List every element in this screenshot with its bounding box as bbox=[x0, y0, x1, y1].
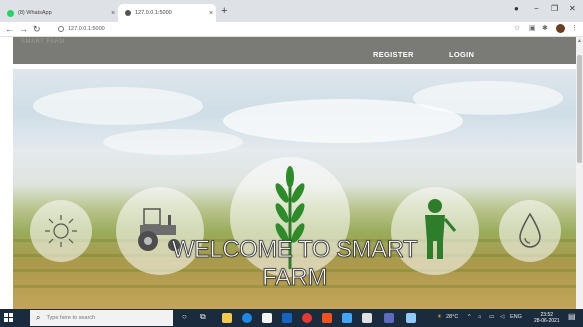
site-header: SMART FARM REGISTER LOGIN bbox=[13, 37, 576, 64]
globe-favicon-icon bbox=[125, 10, 131, 16]
forward-arrow-icon[interactable]: → bbox=[19, 23, 28, 35]
address-text: 127.0.0.1:5000 bbox=[68, 26, 105, 32]
tab-close-icon[interactable]: × bbox=[108, 10, 118, 17]
tab-close-icon[interactable]: × bbox=[206, 10, 216, 17]
puzzle-icon[interactable]: ✱ bbox=[542, 24, 548, 34]
cortana-icon[interactable]: ○ bbox=[182, 312, 187, 321]
tab-whatsapp[interactable]: (8) WhatsApp × bbox=[0, 4, 118, 22]
site-brand[interactable]: SMART FARM bbox=[21, 39, 65, 45]
tab-title: (8) WhatsApp bbox=[18, 10, 52, 16]
windows-taskbar: ⌕ ○ ⧉ ☀ 28°C ^ ⌂ ▭ ◁ ENG 23:52 28-06-202… bbox=[0, 309, 583, 327]
back-arrow-icon[interactable]: ← bbox=[5, 23, 14, 35]
extension-icon[interactable]: ▣ bbox=[529, 24, 536, 34]
chrome-icon[interactable] bbox=[302, 313, 312, 323]
edge-icon[interactable] bbox=[242, 313, 252, 323]
hero-title-line1: WELCOME TO SMART bbox=[171, 236, 418, 264]
taskbar-search-input[interactable] bbox=[46, 315, 167, 321]
tab-search-icon[interactable]: ● bbox=[514, 4, 519, 13]
notifications-icon[interactable]: ▤ bbox=[568, 312, 576, 321]
reload-icon[interactable]: ↻ bbox=[33, 23, 41, 35]
maximize-button[interactable]: ❐ bbox=[551, 4, 558, 13]
search-icon: ⌕ bbox=[36, 313, 41, 322]
browser-toolbar: ← → ↻ 127.0.0.1:5000 ☆ ▣ ✱ ⋮ bbox=[0, 22, 583, 37]
app-icon[interactable] bbox=[342, 313, 352, 323]
battery-icon[interactable]: ▭ bbox=[489, 314, 494, 320]
hero-banner: WELCOME TO SMART FARM bbox=[13, 69, 576, 309]
login-link[interactable]: LOGIN bbox=[449, 50, 474, 59]
file-explorer-icon[interactable] bbox=[222, 313, 232, 323]
mail-icon[interactable] bbox=[282, 313, 292, 323]
scrollbar-thumb[interactable] bbox=[577, 55, 582, 163]
tray-chevron-icon[interactable]: ^ bbox=[468, 314, 471, 320]
tab-localhost[interactable]: 127.0.0.1:5000 × bbox=[118, 4, 216, 22]
cloud bbox=[413, 81, 563, 115]
temperature-text[interactable]: 28°C bbox=[446, 314, 458, 320]
tab-title: 127.0.0.1:5000 bbox=[135, 10, 172, 16]
language-indicator[interactable]: ENG bbox=[510, 314, 522, 320]
app-icon[interactable] bbox=[384, 313, 394, 323]
app-icon[interactable] bbox=[406, 313, 416, 323]
minimize-button[interactable]: − bbox=[534, 4, 539, 13]
address-bar[interactable]: 127.0.0.1:5000 bbox=[58, 24, 105, 34]
windows-start-icon[interactable] bbox=[4, 313, 14, 323]
new-tab-button[interactable]: + bbox=[221, 5, 227, 17]
whatsapp-favicon-icon bbox=[7, 9, 14, 17]
taskbar-search[interactable]: ⌕ bbox=[30, 310, 173, 326]
volume-icon[interactable]: ◁ bbox=[500, 314, 504, 320]
app-icon[interactable] bbox=[362, 313, 372, 323]
web-page: SMART FARM REGISTER LOGIN WELCOME TO SMA… bbox=[0, 37, 576, 309]
system-clock[interactable]: 23:52 28-06-2021 bbox=[534, 312, 560, 324]
cloud bbox=[33, 87, 203, 125]
page-scrollbar[interactable]: ▲ bbox=[576, 37, 583, 309]
office-icon[interactable] bbox=[322, 313, 332, 323]
task-view-icon[interactable]: ⧉ bbox=[200, 312, 206, 322]
site-info-icon[interactable] bbox=[58, 26, 64, 32]
register-link[interactable]: REGISTER bbox=[373, 50, 414, 59]
scroll-up-icon[interactable]: ▲ bbox=[577, 38, 582, 44]
close-window-button[interactable]: ✕ bbox=[569, 4, 576, 13]
profile-avatar[interactable] bbox=[556, 24, 565, 33]
menu-dots-icon[interactable]: ⋮ bbox=[571, 24, 578, 34]
browser-tab-bar: (8) WhatsApp × 127.0.0.1:5000 × + ● − ❐ … bbox=[0, 0, 583, 22]
clock-date: 28-06-2021 bbox=[534, 318, 560, 324]
network-icon[interactable]: ⌂ bbox=[478, 314, 481, 320]
bookmark-star-icon[interactable]: ☆ bbox=[514, 24, 520, 34]
weather-icon[interactable]: ☀ bbox=[437, 314, 442, 320]
cloud bbox=[103, 129, 243, 155]
store-icon[interactable] bbox=[262, 313, 272, 323]
hero-title-line2: FARM bbox=[262, 264, 328, 292]
